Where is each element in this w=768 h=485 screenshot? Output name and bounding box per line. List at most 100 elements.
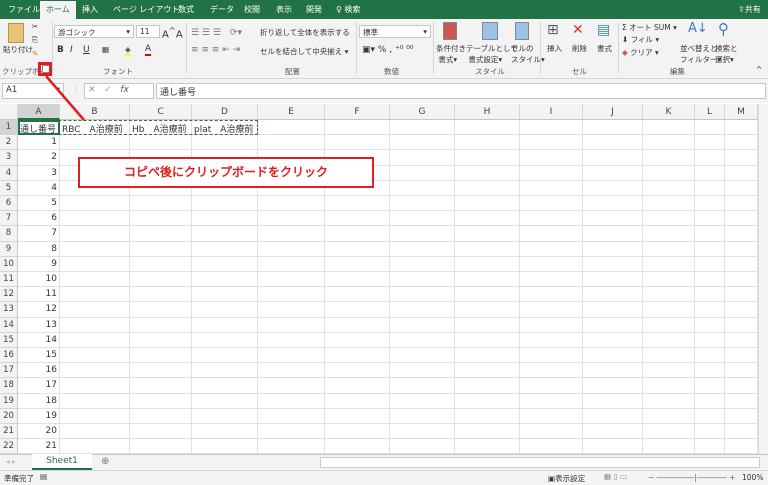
cell-A14[interactable]: 13: [18, 320, 60, 330]
row-header-13[interactable]: 13: [0, 302, 18, 318]
column-header-I[interactable]: I: [520, 104, 583, 120]
row-header-12[interactable]: 12: [0, 287, 18, 303]
row-header-14[interactable]: 14: [0, 317, 18, 333]
row-header-5[interactable]: 5: [0, 180, 18, 196]
cell-A11[interactable]: 10: [18, 274, 60, 284]
collapse-ribbon-icon[interactable]: ^: [756, 65, 762, 74]
cancel-icon[interactable]: ✕: [88, 85, 96, 95]
row-header-16[interactable]: 16: [0, 348, 18, 364]
zoom-level[interactable]: 100%: [742, 473, 763, 482]
row-header-10[interactable]: 10: [0, 256, 18, 272]
cell-A20[interactable]: 19: [18, 411, 60, 421]
cell-A3[interactable]: 2: [18, 152, 60, 162]
cell-A8[interactable]: 7: [18, 228, 60, 238]
cut-icon[interactable]: ✂: [32, 22, 38, 31]
cell-A16[interactable]: 15: [18, 350, 60, 360]
format-cells-button[interactable]: 書式: [597, 43, 612, 54]
cell-A7[interactable]: 6: [18, 213, 60, 223]
tab-insert[interactable]: 挿入: [82, 4, 98, 15]
column-header-M[interactable]: M: [725, 104, 758, 120]
grow-font-icon[interactable]: A^A: [162, 25, 183, 40]
zoom-slider[interactable]: − ―――――|―――― +: [648, 473, 735, 482]
tab-page-layout[interactable]: ページ レイアウト: [113, 4, 179, 15]
cell-header-1[interactable]: RBC A治療前: [62, 122, 123, 135]
row-header-9[interactable]: 9: [0, 241, 18, 257]
cell-A6[interactable]: 5: [18, 198, 60, 208]
row-header-15[interactable]: 15: [0, 332, 18, 348]
row-header-1[interactable]: 1: [0, 120, 18, 136]
row-header-8[interactable]: 8: [0, 226, 18, 242]
bold-button[interactable]: B: [57, 45, 64, 55]
cell-A21[interactable]: 20: [18, 426, 60, 436]
number-format-select[interactable]: 標準 ▾: [359, 25, 431, 38]
cell-A18[interactable]: 17: [18, 380, 60, 390]
formula-input[interactable]: 通し番号: [156, 83, 766, 99]
tab-review[interactable]: 校閲: [244, 4, 260, 15]
row-header-22[interactable]: 22: [0, 439, 18, 455]
column-header-L[interactable]: L: [695, 104, 725, 120]
row-header-6[interactable]: 6: [0, 196, 18, 212]
column-header-J[interactable]: J: [583, 104, 643, 120]
column-header-A[interactable]: A: [18, 104, 60, 120]
select-all-button[interactable]: [0, 104, 18, 120]
percent-button[interactable]: ▣▾ % , ⁺⁰ ⁰⁰: [362, 45, 414, 55]
tab-data[interactable]: データ: [210, 4, 234, 15]
row-header-19[interactable]: 19: [0, 393, 18, 409]
tab-search[interactable]: ♀ 検索: [336, 4, 360, 15]
column-header-F[interactable]: F: [325, 104, 390, 120]
row-header-4[interactable]: 4: [0, 165, 18, 181]
copy-icon[interactable]: ⎘: [32, 35, 38, 45]
cell-A4[interactable]: 3: [18, 168, 60, 178]
row-header-17[interactable]: 17: [0, 363, 18, 379]
share-button[interactable]: ⇪共有: [738, 4, 761, 15]
merge-center-button[interactable]: セルを結合して中央揃え ▾: [260, 46, 348, 57]
clear-button[interactable]: ◆ クリア ▾: [622, 47, 659, 58]
conditional-format-button[interactable]: 条件付き 書式▾: [436, 43, 466, 65]
column-header-K[interactable]: K: [643, 104, 695, 120]
column-header-C[interactable]: C: [130, 104, 192, 120]
enter-icon[interactable]: ✓: [104, 85, 112, 95]
sheet-nav-icons[interactable]: ◂ ▸: [6, 457, 16, 466]
cell-header-2[interactable]: Hb A治療前: [132, 122, 187, 135]
insert-cells-button[interactable]: 挿入: [547, 43, 562, 54]
tab-home[interactable]: ホーム: [40, 1, 76, 19]
row-header-20[interactable]: 20: [0, 408, 18, 424]
column-header-B[interactable]: B: [60, 104, 130, 120]
row-header-3[interactable]: 3: [0, 150, 18, 166]
column-header-H[interactable]: H: [455, 104, 520, 120]
row-header-2[interactable]: 2: [0, 135, 18, 151]
cell-A5[interactable]: 4: [18, 183, 60, 193]
fill-color-icon[interactable]: ◈: [125, 45, 131, 56]
cell-header-3[interactable]: plat A治療前: [194, 122, 253, 135]
column-header-E[interactable]: E: [258, 104, 325, 120]
cell-A17[interactable]: 16: [18, 365, 60, 375]
cell-header-0[interactable]: 通し番号: [20, 122, 56, 135]
font-name-select[interactable]: 游ゴシック ▾: [54, 25, 134, 38]
horizontal-scrollbar[interactable]: [320, 457, 760, 468]
sheet-tab-sheet1[interactable]: Sheet1: [32, 454, 92, 470]
row-header-18[interactable]: 18: [0, 378, 18, 394]
autosum-button[interactable]: Σ オート SUM ▾: [622, 22, 677, 33]
underline-button[interactable]: U: [83, 45, 90, 55]
cell-A10[interactable]: 9: [18, 259, 60, 269]
row-header-7[interactable]: 7: [0, 211, 18, 227]
tab-view[interactable]: 表示: [276, 4, 292, 15]
column-header-D[interactable]: D: [192, 104, 258, 120]
align-horizontal-icons[interactable]: ≡ ≡ ≡ ⇤ ⇥: [191, 45, 240, 55]
cell-A2[interactable]: 1: [18, 137, 60, 147]
cell-A12[interactable]: 11: [18, 289, 60, 299]
format-painter-icon[interactable]: ✎: [32, 49, 38, 58]
row-header-11[interactable]: 11: [0, 272, 18, 288]
align-top-icons[interactable]: ☰ ☰ ☰ ⟳▾: [191, 25, 242, 38]
fill-button[interactable]: ⬇ フィル ▾: [622, 34, 659, 45]
display-settings-button[interactable]: ▣表示設定: [548, 473, 585, 484]
wrap-text-button[interactable]: 折り返して全体を表示する: [260, 27, 350, 38]
cell-A19[interactable]: 18: [18, 396, 60, 406]
row-header-21[interactable]: 21: [0, 424, 18, 440]
function-icon[interactable]: fx: [120, 85, 129, 95]
column-header-G[interactable]: G: [390, 104, 455, 120]
delete-cells-button[interactable]: 削除: [572, 43, 587, 54]
tab-developer[interactable]: 開発: [306, 4, 322, 15]
italic-button[interactable]: I: [70, 45, 73, 55]
cell-A22[interactable]: 21: [18, 441, 60, 451]
